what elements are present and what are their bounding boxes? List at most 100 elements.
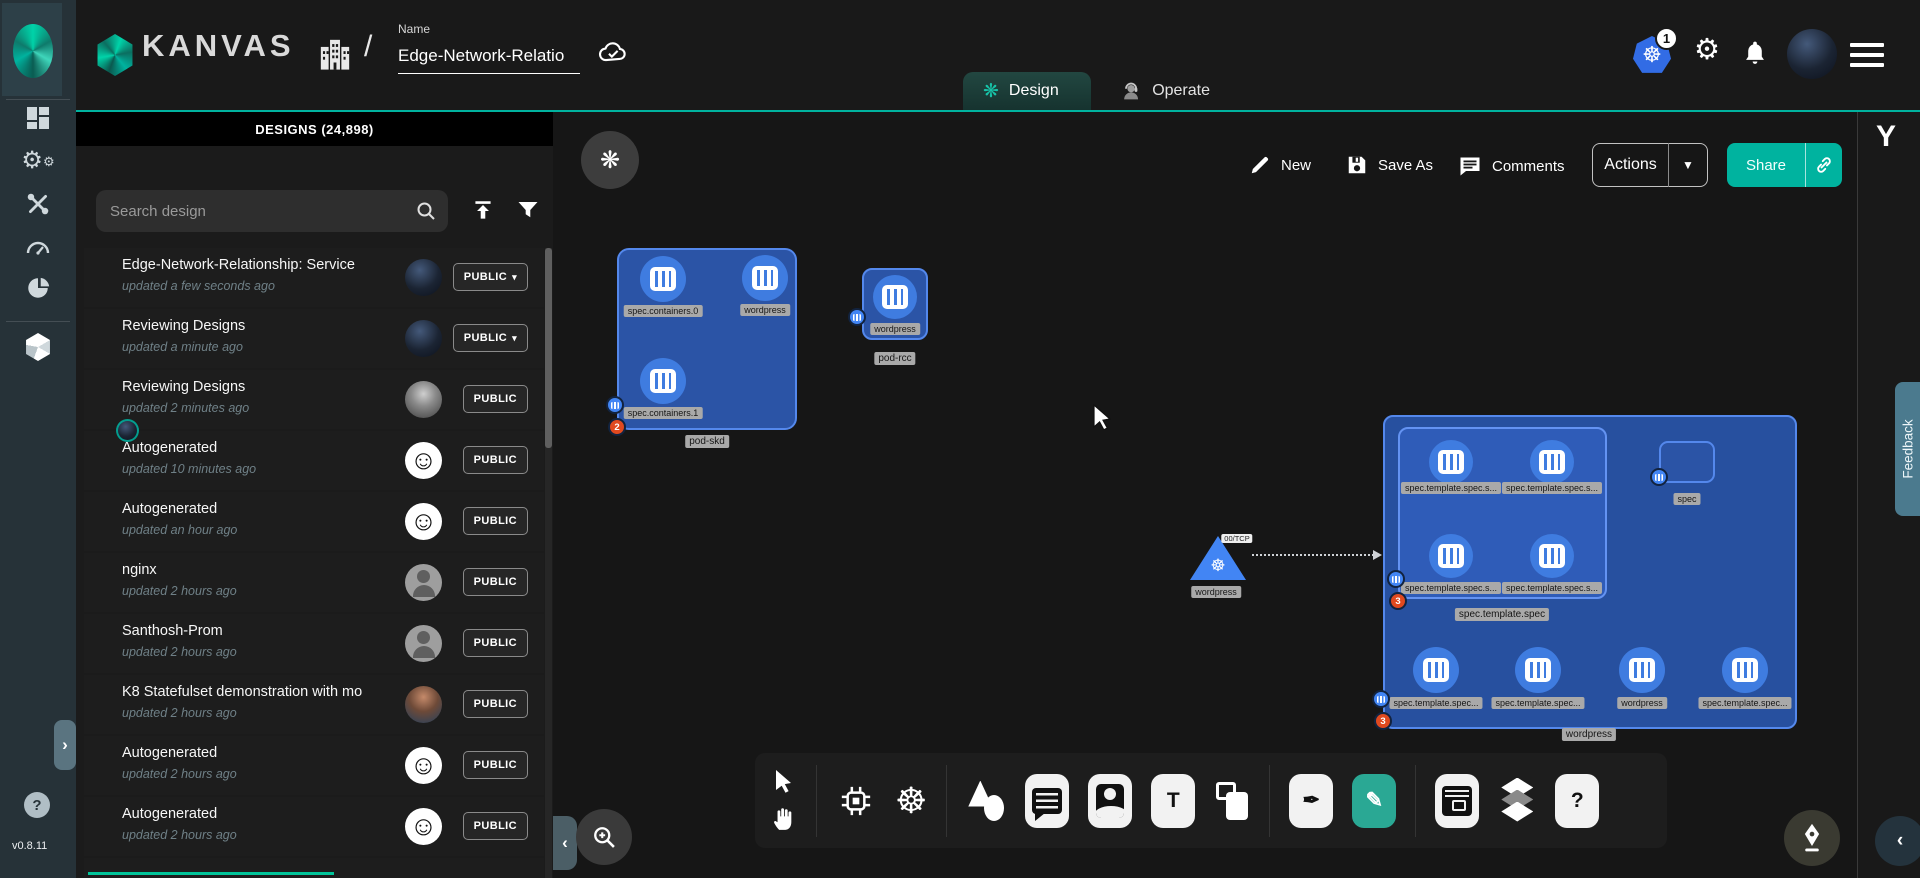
floppy-icon <box>1346 154 1368 176</box>
save-as-button[interactable]: Save As <box>1346 154 1433 176</box>
visibility-badge[interactable]: PUBLIC <box>463 507 528 535</box>
design-list-item[interactable]: Autogenerated updated an hour ago PUBLIC <box>84 492 544 551</box>
design-list-item[interactable]: Autogenerated updated 10 minutes ago PUB… <box>84 431 544 490</box>
settings-gear-icon[interactable]: ⚙ <box>1694 36 1720 65</box>
performance-icon[interactable] <box>22 230 54 262</box>
note-tool[interactable] <box>1214 780 1250 822</box>
app-logo-button[interactable] <box>2 3 62 96</box>
configuration-icon[interactable] <box>22 188 54 220</box>
pod-kind-badge[interactable] <box>848 308 866 326</box>
help-icon[interactable]: ? <box>24 792 50 818</box>
design-name-input[interactable] <box>398 44 580 74</box>
container-node[interactable] <box>1530 534 1574 578</box>
kanvas-rail-icon[interactable] <box>22 331 54 363</box>
error-count-badge[interactable]: 3 <box>1389 592 1407 610</box>
lifecycle-icon[interactable]: ⚙ <box>22 145 54 177</box>
search-input[interactable] <box>110 190 410 232</box>
shapes-tool[interactable] <box>966 779 1006 823</box>
deployment-kind-badge[interactable] <box>1372 690 1390 708</box>
pod-kind-badge[interactable] <box>1650 468 1668 486</box>
extensions-icon[interactable] <box>22 272 54 304</box>
panel-scrollbar-thumb[interactable] <box>545 248 552 448</box>
tab-operate[interactable]: Operate <box>1100 72 1230 110</box>
visibility-badge[interactable]: PUBLIC <box>463 446 528 474</box>
design-list-item[interactable]: nginx updated 2 hours ago PUBLIC <box>84 553 544 612</box>
actions-button[interactable]: Actions ▼ <box>1592 143 1708 187</box>
visibility-badge[interactable]: PUBLIC <box>463 629 528 657</box>
tool-dock: ☸ T ✒ ✎ ? <box>755 753 1667 848</box>
container-node[interactable] <box>1429 534 1473 578</box>
copy-link-icon[interactable] <box>1806 155 1842 175</box>
design-list-item[interactable]: Santhosh-Prom updated 2 hours ago PUBLIC <box>84 614 544 673</box>
organization-icon[interactable] <box>318 35 352 73</box>
kubernetes-tool[interactable]: ☸ <box>895 783 927 819</box>
share-button[interactable]: Share <box>1727 143 1842 187</box>
rail-divider <box>6 99 70 100</box>
design-list-item[interactable]: Reviewing Designs updated 2 minutes ago … <box>84 370 544 429</box>
container-node[interactable] <box>1413 647 1459 693</box>
new-button[interactable]: New <box>1249 154 1311 176</box>
pod-kind-badge[interactable] <box>1387 570 1405 588</box>
cursor-tool[interactable] <box>772 769 796 795</box>
visibility-badge[interactable]: PUBLIC <box>463 690 528 718</box>
visibility-badge[interactable]: PUBLIC <box>463 568 528 596</box>
design-list-item[interactable]: K8 Statefulset demonstration with mo upd… <box>84 675 544 734</box>
visibility-badge[interactable]: PUBLIC <box>463 751 528 779</box>
visibility-badge[interactable]: PUBLIC <box>463 812 528 840</box>
component-tool[interactable] <box>836 781 876 821</box>
menu-icon[interactable] <box>1850 43 1884 67</box>
error-count-badge[interactable]: 3 <box>1374 712 1392 730</box>
dashboard-icon[interactable] <box>22 102 54 134</box>
visibility-badge[interactable]: PUBLIC▾ <box>453 324 528 352</box>
search-icon[interactable] <box>414 199 438 223</box>
design-list-item-partial[interactable] <box>84 858 544 878</box>
container-node[interactable] <box>640 358 686 404</box>
notifications-bell-icon[interactable] <box>1742 40 1768 68</box>
drawer-tool[interactable] <box>1435 774 1479 828</box>
visibility-badge[interactable]: PUBLIC▾ <box>453 263 528 291</box>
merge-icon[interactable]: Y <box>1876 120 1896 154</box>
tab-design[interactable]: ❋ Design <box>963 72 1091 110</box>
collapse-right-chevron[interactable]: ‹ <box>1875 816 1920 866</box>
error-count-badge[interactable]: 2 <box>608 418 626 436</box>
container-node[interactable] <box>1515 647 1561 693</box>
service-edge[interactable] <box>1252 554 1374 556</box>
canvas-menu-flower-icon[interactable]: ❋ <box>581 131 639 189</box>
text-tool[interactable]: T <box>1151 774 1195 828</box>
pod-kind-badge[interactable] <box>606 396 624 414</box>
container-node[interactable] <box>1530 440 1574 484</box>
layers-tool[interactable] <box>1498 778 1536 824</box>
container-node[interactable] <box>1619 647 1665 693</box>
visibility-badge[interactable]: PUBLIC <box>463 385 528 413</box>
collapse-panel-chevron[interactable]: ‹ <box>553 816 577 870</box>
rail-expand-chevron[interactable]: › <box>54 720 76 770</box>
import-design-icon[interactable] <box>470 198 496 224</box>
zoom-in-button[interactable] <box>576 809 632 865</box>
chevron-down-icon[interactable]: ▼ <box>1669 158 1707 172</box>
design-list-item[interactable]: Edge-Network-Relationship: Service updat… <box>84 248 544 307</box>
comments-button[interactable]: Comments <box>1458 154 1565 178</box>
filter-icon[interactable] <box>516 198 540 222</box>
service-node[interactable]: ☸ <box>1190 536 1246 586</box>
pen-nib-button[interactable] <box>1784 810 1840 866</box>
design-canvas[interactable]: ❋ New Save As Comments Actions ▼ Share <box>553 112 1857 878</box>
image-tool[interactable] <box>1088 774 1132 828</box>
design-list-item[interactable]: Reviewing Designs updated a minute ago P… <box>84 309 544 368</box>
feedback-tab[interactable]: Feedback <box>1895 382 1920 516</box>
help-tool[interactable]: ? <box>1555 774 1599 828</box>
container-node[interactable] <box>1722 647 1768 693</box>
comment-tool[interactable] <box>1025 774 1069 828</box>
container-node[interactable] <box>1429 440 1473 484</box>
freehand-tool[interactable]: ✎ <box>1352 774 1396 828</box>
design-list-item[interactable]: Autogenerated updated 2 hours ago PUBLIC <box>84 736 544 795</box>
container-node[interactable] <box>873 275 917 319</box>
design-list-item[interactable]: Autogenerated updated 2 hours ago PUBLIC <box>84 797 544 856</box>
pen-tool[interactable]: ✒ <box>1289 774 1333 828</box>
container-node[interactable] <box>742 255 788 301</box>
user-avatar[interactable] <box>1787 29 1837 79</box>
mouse-cursor <box>1092 404 1114 430</box>
container-node[interactable] <box>640 256 686 302</box>
pod-template-group-node[interactable] <box>1398 427 1607 599</box>
design-name-field: Name <box>398 22 584 74</box>
pan-tool[interactable] <box>771 804 797 832</box>
